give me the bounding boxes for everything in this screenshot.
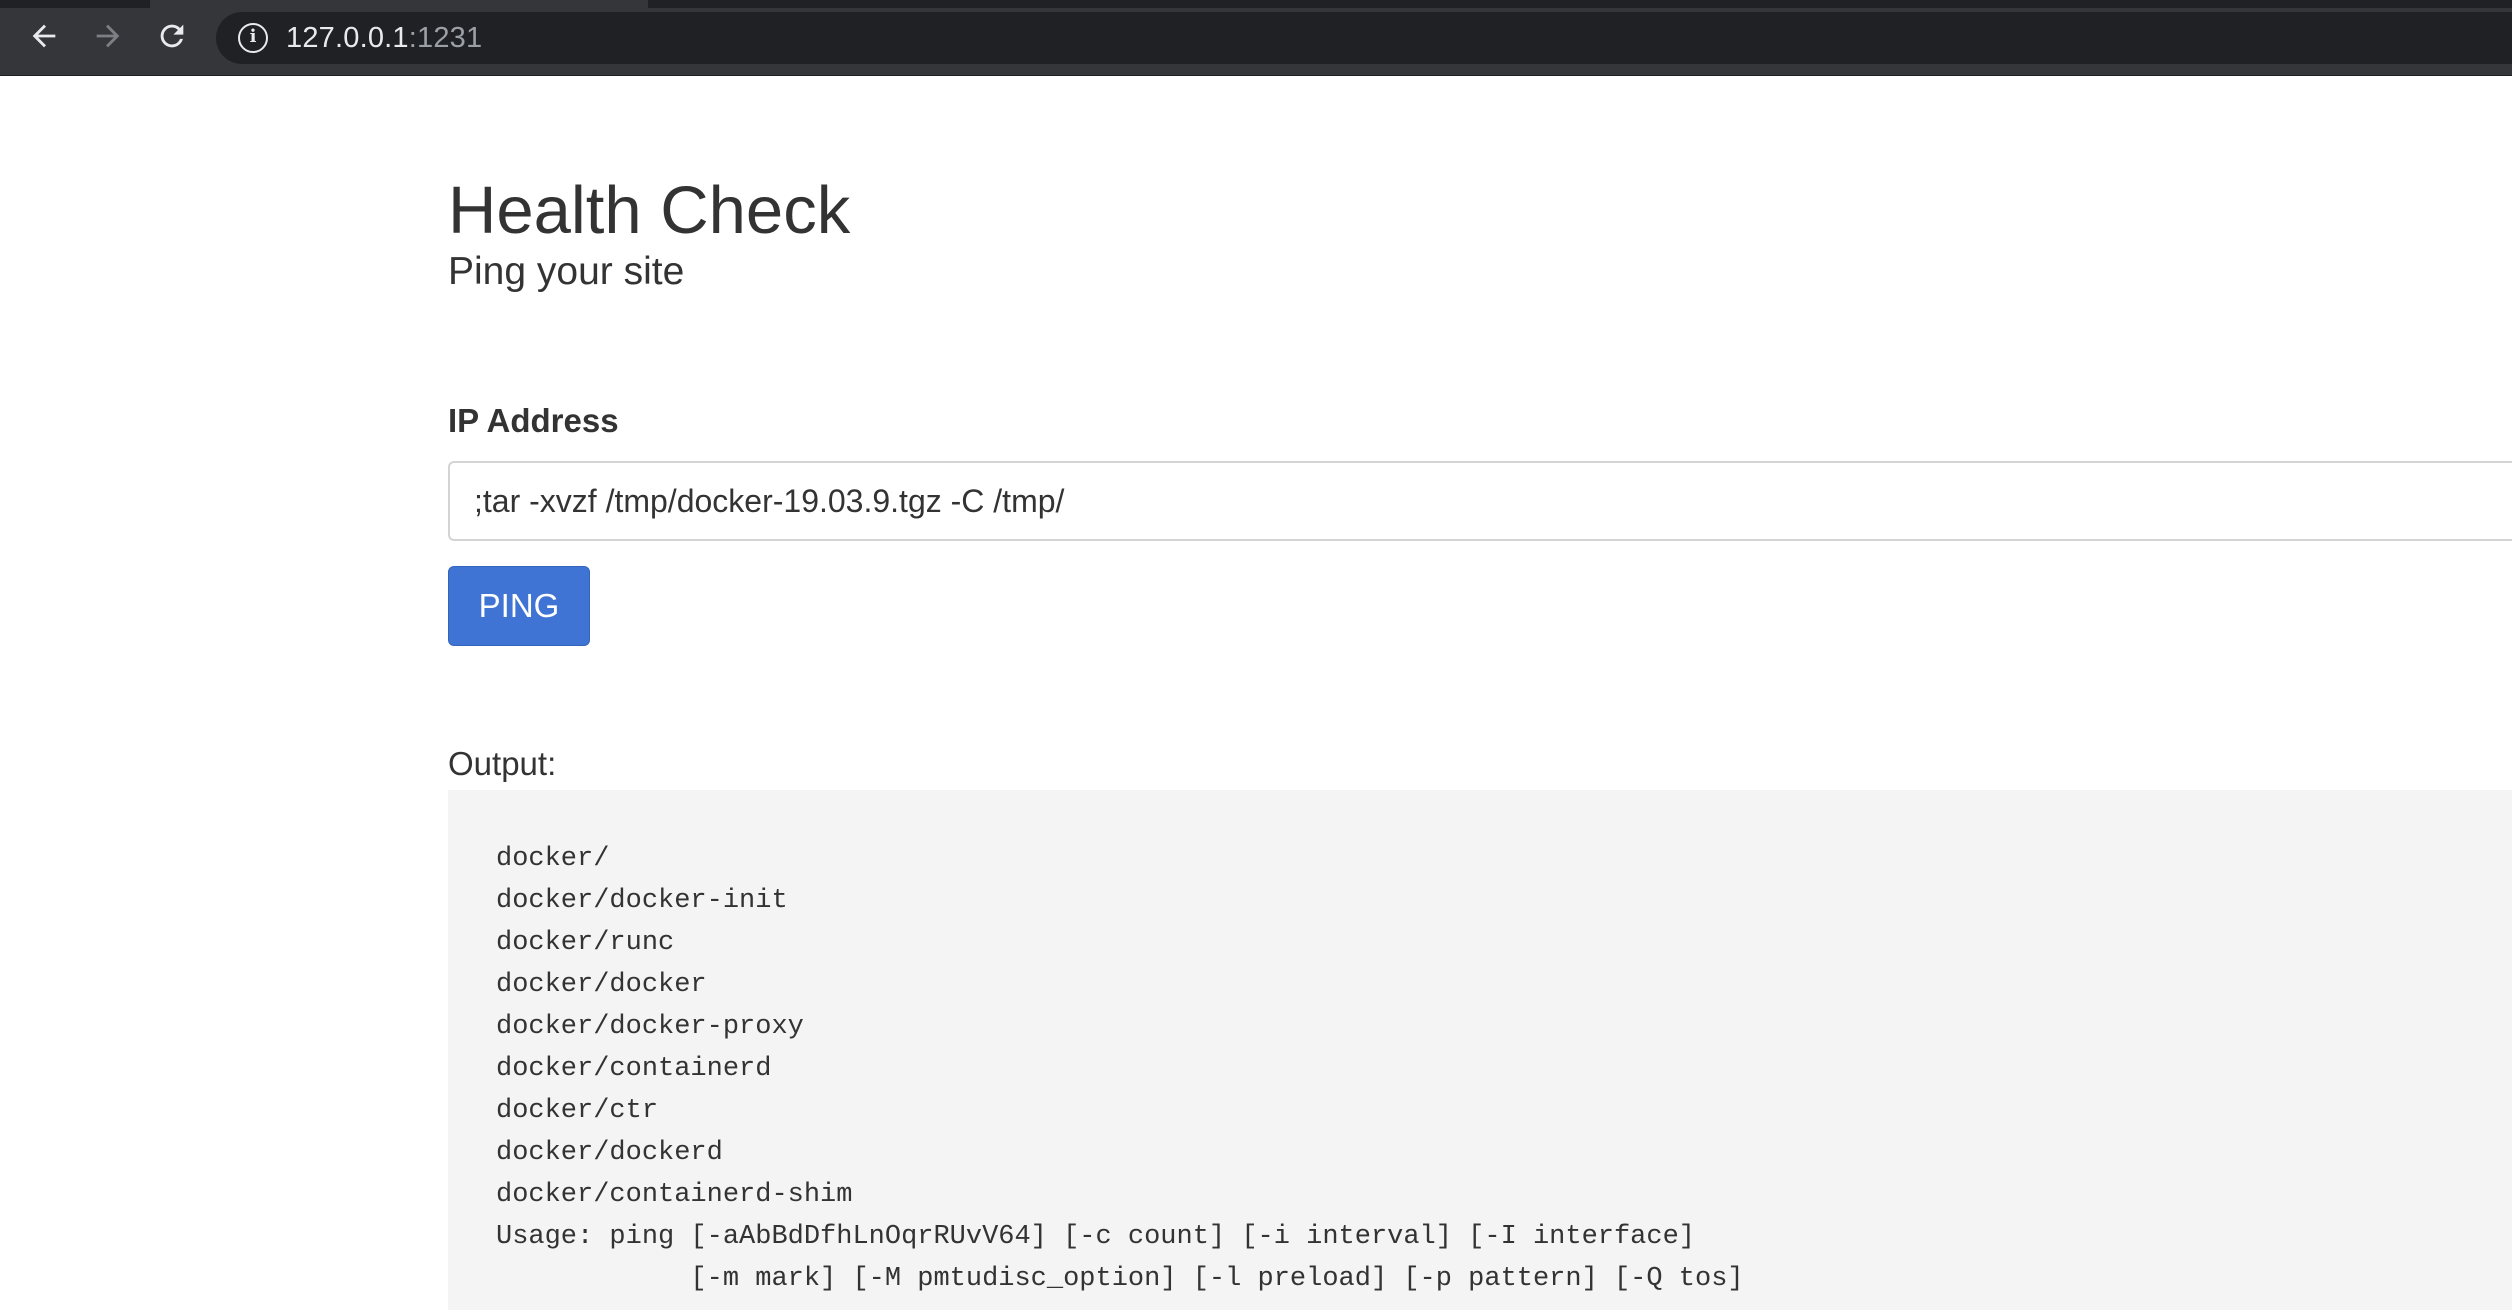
page-content: Health Check Ping your site IP Address P… <box>0 77 2512 1310</box>
page-title: Health Check <box>448 173 851 248</box>
address-bar[interactable]: i 127.0.0.1:1231 <box>216 12 2512 64</box>
forward-button[interactable] <box>84 12 132 60</box>
reload-icon <box>160 24 184 48</box>
output-label: Output: <box>448 745 557 782</box>
url-port: :1231 <box>408 21 483 54</box>
output-console: docker/ docker/docker-init docker/runc d… <box>448 790 2512 1310</box>
ip-address-input[interactable] <box>448 461 2512 541</box>
info-icon[interactable]: i <box>238 23 268 53</box>
ip-address-label: IP Address <box>448 402 619 439</box>
address-url: 127.0.0.1:1231 <box>286 22 482 55</box>
arrow-right-icon <box>96 24 120 48</box>
arrow-left-icon <box>32 24 56 48</box>
active-tab-edge[interactable] <box>150 0 648 8</box>
page-subtitle: Ping your site <box>448 250 685 293</box>
ping-button[interactable]: PING <box>448 566 590 646</box>
browser-toolbar: i 127.0.0.1:1231 <box>0 0 2512 76</box>
url-host: 127.0.0.1 <box>286 21 409 54</box>
reload-button[interactable] <box>148 12 196 60</box>
back-button[interactable] <box>20 12 68 60</box>
